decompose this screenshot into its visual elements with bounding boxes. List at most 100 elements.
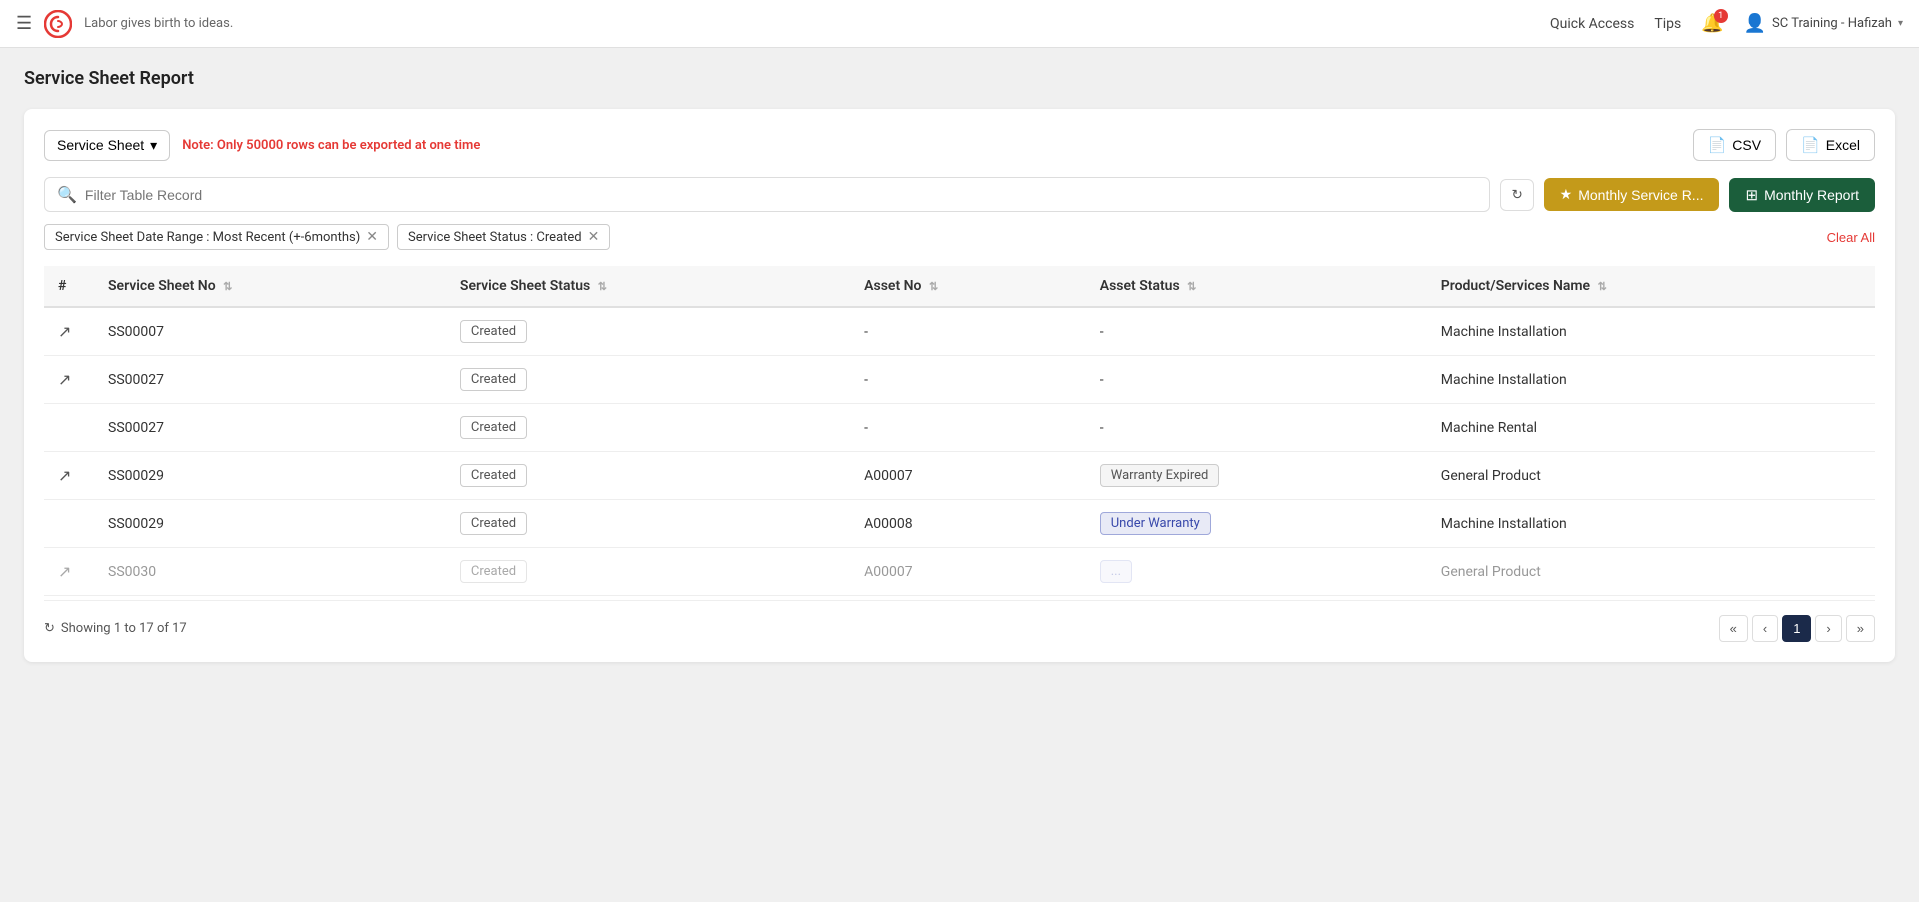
- filter-tag-status-close[interactable]: ✕: [588, 229, 600, 245]
- filter-tag-date: Service Sheet Date Range : Most Recent (…: [44, 224, 389, 250]
- search-icon: 🔍: [57, 185, 77, 204]
- refresh-icon: ↻: [1511, 187, 1522, 202]
- csv-label: CSV: [1732, 137, 1761, 153]
- row-asset-status: -: [1086, 307, 1427, 356]
- col-ss-no: Service Sheet No ⇅: [94, 266, 446, 307]
- row-asset-no: -: [850, 356, 1086, 404]
- row-asset-status: -: [1086, 356, 1427, 404]
- col-asset-status: Asset Status ⇅: [1086, 266, 1427, 307]
- csv-export-button[interactable]: 📄 CSV: [1693, 129, 1776, 161]
- open-link-icon[interactable]: ↗: [58, 562, 71, 581]
- dropdown-chevron: ▾: [150, 137, 157, 154]
- row-product-name: Machine Rental: [1427, 404, 1875, 452]
- clear-all-button[interactable]: Clear All: [1827, 230, 1875, 245]
- filter-tag-date-close[interactable]: ✕: [366, 229, 378, 245]
- row-asset-status: Warranty Expired: [1086, 452, 1427, 500]
- user-menu-chevron: ▾: [1898, 18, 1903, 29]
- monthly-report-button[interactable]: ⊞ Monthly Report: [1729, 178, 1875, 212]
- row-product-name: Machine Installation: [1427, 500, 1875, 548]
- search-input[interactable]: [85, 187, 1478, 203]
- page-1-button[interactable]: 1: [1782, 615, 1811, 642]
- sort-asset-status-icon[interactable]: ⇅: [1187, 280, 1196, 293]
- row-ss-status: Created: [446, 307, 850, 356]
- filter-tag-status: Service Sheet Status : Created ✕: [397, 224, 610, 250]
- row-ss-status: Created: [446, 548, 850, 596]
- last-page-icon: »: [1857, 621, 1864, 636]
- sort-ss-no-icon[interactable]: ⇅: [223, 280, 232, 293]
- sort-product-icon[interactable]: ⇅: [1598, 280, 1607, 293]
- row-open-icon: [44, 404, 94, 452]
- bell-badge: 1: [1714, 9, 1728, 23]
- notifications-bell[interactable]: 🔔 1: [1701, 13, 1723, 34]
- row-ss-no: SS00027: [94, 356, 446, 404]
- table-row: SS00029CreatedA00008Under WarrantyMachin…: [44, 500, 1875, 548]
- table-header-row: # Service Sheet No ⇅ Service Sheet Statu…: [44, 266, 1875, 307]
- row-open-icon[interactable]: ↗: [44, 452, 94, 500]
- next-page-button[interactable]: ›: [1815, 615, 1841, 642]
- open-link-icon[interactable]: ↗: [58, 466, 71, 485]
- pagination-controls: « ‹ 1 › »: [1719, 615, 1875, 642]
- open-link-icon[interactable]: ↗: [58, 322, 71, 341]
- table-row: ↗ SS0030CreatedA00007... General Product: [44, 548, 1875, 596]
- excel-export-button[interactable]: 📄 Excel: [1786, 129, 1875, 161]
- hamburger-icon[interactable]: ☰: [16, 13, 32, 34]
- row-asset-no: A00007: [850, 548, 1086, 596]
- user-icon: 👤: [1744, 13, 1766, 34]
- status-badge: Created: [460, 416, 527, 439]
- row-open-icon[interactable]: ↗: [44, 548, 94, 596]
- row-ss-status: Created: [446, 404, 850, 452]
- topnav: ☰ Labor gives birth to ideas. Quick Acce…: [0, 0, 1919, 48]
- table-row: ↗SS00007Created--Machine Installation: [44, 307, 1875, 356]
- row-asset-no: A00007: [850, 452, 1086, 500]
- status-badge: Created: [460, 368, 527, 391]
- last-page-button[interactable]: »: [1846, 615, 1875, 642]
- monthly-service-button[interactable]: ★ Monthly Service R...: [1544, 178, 1720, 211]
- pagination-row: ↻ Showing 1 to 17 of 17 « ‹ 1 › »: [44, 600, 1875, 642]
- asset-status-badge: ...: [1100, 560, 1132, 583]
- row-ss-status: Created: [446, 500, 850, 548]
- asset-status-badge: Warranty Expired: [1100, 464, 1220, 487]
- prev-page-button[interactable]: ‹: [1752, 615, 1778, 642]
- filter-tag-status-label: Service Sheet Status : Created: [408, 230, 582, 245]
- sort-ss-status-icon[interactable]: ⇅: [598, 280, 607, 293]
- star-icon: ★: [1560, 186, 1573, 203]
- row-product-name: General Product: [1427, 548, 1875, 596]
- tips-link[interactable]: Tips: [1654, 16, 1681, 32]
- open-link-icon[interactable]: ↗: [58, 370, 71, 389]
- refresh-button[interactable]: ↻: [1500, 179, 1533, 211]
- excel-label: Excel: [1826, 137, 1860, 153]
- col-hash: #: [44, 266, 94, 307]
- table-row: ↗SS00029CreatedA00007Warranty ExpiredGen…: [44, 452, 1875, 500]
- row-asset-no: -: [850, 307, 1086, 356]
- refresh-small-icon[interactable]: ↻: [44, 621, 55, 636]
- row-open-icon[interactable]: ↗: [44, 356, 94, 404]
- row-asset-status: ...: [1086, 548, 1427, 596]
- page-1-label: 1: [1793, 621, 1800, 636]
- first-page-button[interactable]: «: [1719, 615, 1748, 642]
- row-asset-no: -: [850, 404, 1086, 452]
- table-row: SS00027Created--Machine Rental: [44, 404, 1875, 452]
- table-row: ↗SS00027Created--Machine Installation: [44, 356, 1875, 404]
- row-ss-no: SS00007: [94, 307, 446, 356]
- service-sheet-dropdown[interactable]: Service Sheet ▾: [44, 130, 170, 161]
- col-asset-no: Asset No ⇅: [850, 266, 1086, 307]
- filter-tag-date-label: Service Sheet Date Range : Most Recent (…: [55, 230, 360, 245]
- next-page-icon: ›: [1826, 621, 1830, 636]
- sort-asset-no-icon[interactable]: ⇅: [929, 280, 938, 293]
- brand-logo: [44, 10, 72, 38]
- user-menu[interactable]: 👤 SC Training - Hafizah ▾: [1744, 13, 1903, 34]
- csv-icon: 📄: [1708, 136, 1727, 154]
- grid-icon: ⊞: [1745, 186, 1758, 204]
- showing-text: ↻ Showing 1 to 17 of 17: [44, 621, 187, 636]
- row-open-icon[interactable]: ↗: [44, 307, 94, 356]
- filter-tags-row: Service Sheet Date Range : Most Recent (…: [44, 224, 1875, 250]
- row-asset-status: -: [1086, 404, 1427, 452]
- quick-access-link[interactable]: Quick Access: [1550, 16, 1634, 32]
- monthly-report-label: Monthly Report: [1764, 187, 1859, 203]
- row-ss-no: SS0030: [94, 548, 446, 596]
- pagination-showing: Showing 1 to 17 of 17: [61, 621, 187, 636]
- dropdown-label: Service Sheet: [57, 137, 144, 153]
- row-product-name: Machine Installation: [1427, 356, 1875, 404]
- row-ss-status: Created: [446, 452, 850, 500]
- note-text: Note: Only 50000 rows can be exported at…: [182, 138, 480, 153]
